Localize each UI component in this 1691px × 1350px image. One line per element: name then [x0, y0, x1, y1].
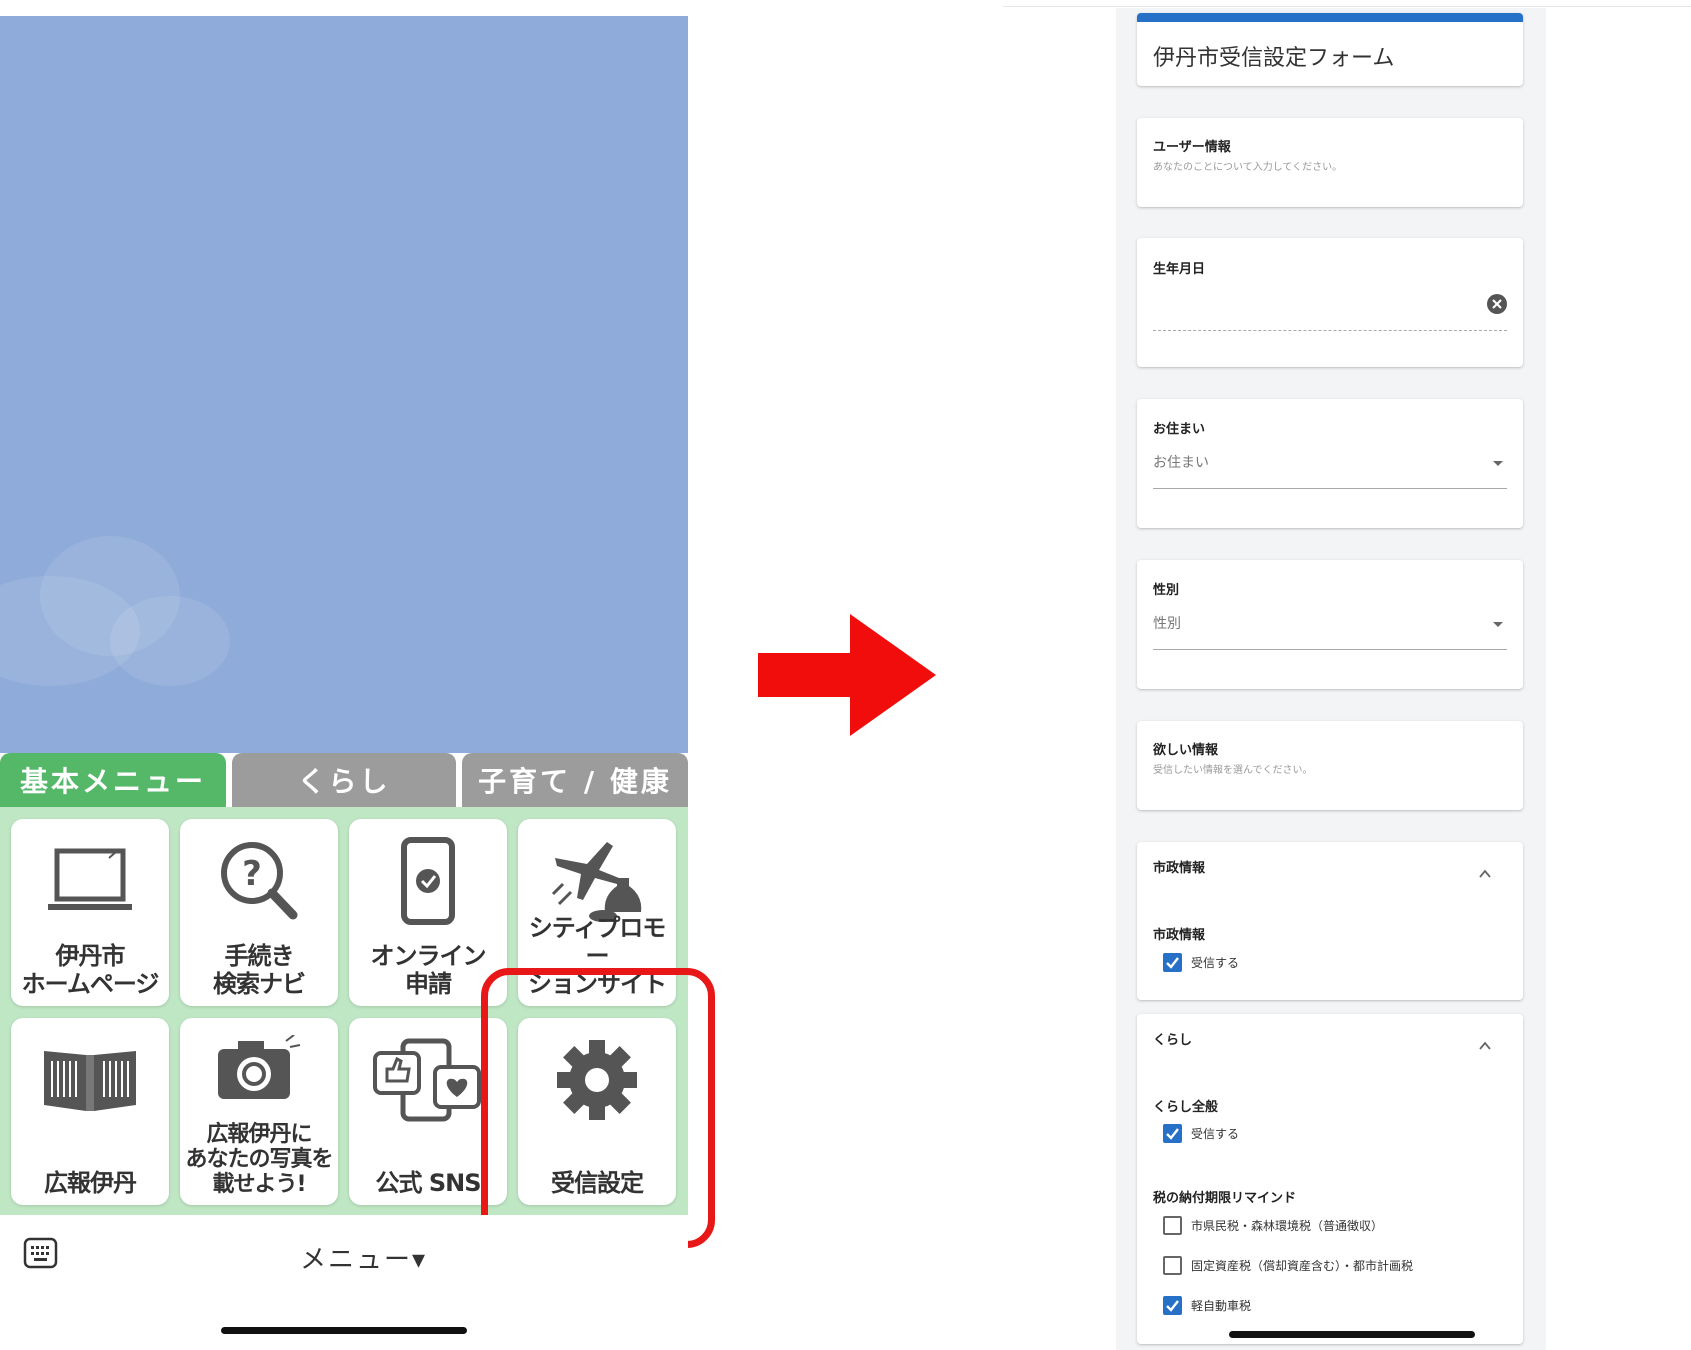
select-placeholder: 性別: [1153, 616, 1181, 632]
menu-tile-online-application[interactable]: オンライン 申請: [349, 819, 507, 1006]
field-underline: [1153, 649, 1507, 650]
residence-card: お住まい お住まい: [1137, 399, 1523, 528]
checkbox-unchecked[interactable]: [1163, 1215, 1182, 1235]
menu-toggle[interactable]: メニュー▾: [300, 1239, 427, 1276]
highlight-box: [481, 968, 715, 1248]
kurashi-panel: くらし くらし全般 受信する 税の納付期限リマインド 市県民税・森林環境税（普通…: [1137, 1014, 1523, 1344]
checkbox-property-tax[interactable]: 固定資産税（償却資産含む）・都市計画税: [1163, 1255, 1413, 1275]
residence-select[interactable]: お住まい: [1137, 444, 1523, 489]
section-title: ユーザー情報: [1153, 140, 1231, 155]
menu-tile-procedure-navi[interactable]: ? 手続き 検索ナビ: [180, 819, 338, 1006]
tile-label: 伊丹市 ホームページ: [21, 942, 160, 998]
checkbox-shisei-receive[interactable]: 受信する: [1163, 952, 1239, 972]
chat-bottom-bar: メニュー▾: [0, 1215, 688, 1350]
checkbox-checked[interactable]: [1163, 952, 1182, 972]
settings-form-screen: 伊丹市受信設定フォーム ユーザー情報 あなたのことについて入力してください。 生…: [1003, 0, 1691, 1350]
select-placeholder: お住まい: [1153, 455, 1209, 471]
menu-tile-photo-submission[interactable]: 広報伊丹に あなたの写真を 載せよう!: [180, 1018, 338, 1205]
chat-background: [0, 16, 688, 753]
user-info-section: ユーザー情報 あなたのことについて入力してください。: [1137, 118, 1523, 207]
tile-label: 広報伊丹: [44, 1169, 137, 1197]
line-chat-screen: 基本メニュー くらし 子育て / 健康 伊丹市 ホームページ ? 手続き 検索ナ…: [0, 0, 715, 1350]
right-arrow-icon: [758, 614, 936, 736]
section-title: 欲しい情報: [1153, 743, 1219, 758]
kurashi-panel-header[interactable]: くらし: [1137, 1014, 1523, 1064]
home-indicator: [1229, 1331, 1475, 1338]
checkbox-light-vehicle-tax[interactable]: 軽自動車税: [1163, 1295, 1251, 1315]
question-search-icon: ?: [180, 831, 338, 931]
group-label: くらし全般: [1153, 1100, 1219, 1115]
form-title-card: 伊丹市受信設定フォーム: [1137, 13, 1523, 86]
caret-down-icon: [1493, 461, 1503, 466]
checkbox-label: 受信する: [1191, 955, 1240, 970]
group-label: 市政情報: [1153, 928, 1206, 943]
panel-title: 市政情報: [1153, 861, 1206, 876]
smartphone-check-icon: [349, 831, 507, 931]
clear-icon[interactable]: [1487, 294, 1507, 314]
tile-label: 広報伊丹に あなたの写真を 載せよう!: [185, 1122, 333, 1197]
tab-kosodate-kenko[interactable]: 子育て / 健康: [462, 753, 688, 807]
chevron-up-icon: [1479, 869, 1491, 878]
rich-menu-tabs: 基本メニュー くらし 子育て / 健康: [0, 753, 688, 807]
check-icon: [1166, 956, 1179, 969]
checkbox-label: 市県民税・森林環境税（普通徴収）: [1191, 1218, 1384, 1233]
checkbox-resident-tax[interactable]: 市県民税・森林環境税（普通徴収）: [1163, 1215, 1383, 1235]
shisei-panel: 市政情報 市政情報 受信する: [1137, 842, 1523, 1000]
checkbox-label: 受信する: [1191, 1126, 1240, 1141]
section-description: あなたのことについて入力してください。: [1153, 162, 1343, 173]
form-title: 伊丹市受信設定フォーム: [1153, 46, 1395, 71]
check-icon: [1166, 1127, 1179, 1140]
group-label: 税の納付期限リマインド: [1153, 1191, 1297, 1206]
field-underline: [1153, 488, 1507, 489]
chevron-up-icon: [1479, 1041, 1491, 1050]
gender-label: 性別: [1153, 583, 1180, 598]
checkbox-label: 軽自動車税: [1191, 1298, 1252, 1313]
birthday-card: 生年月日: [1137, 238, 1523, 367]
top-divider: [1003, 6, 1691, 7]
checkbox-kurashi-receive[interactable]: 受信する: [1163, 1123, 1239, 1143]
checkbox-unchecked[interactable]: [1163, 1255, 1182, 1275]
check-icon: [1166, 1299, 1179, 1312]
menu-tile-homepage[interactable]: 伊丹市 ホームページ: [11, 819, 169, 1006]
menu-tile-koho-itami[interactable]: 広報伊丹: [11, 1018, 169, 1205]
shisei-panel-header[interactable]: 市政情報: [1137, 842, 1523, 892]
camera-icon: [180, 1028, 338, 1108]
panel-title: くらし: [1153, 1033, 1193, 1048]
gender-card: 性別 性別: [1137, 560, 1523, 689]
birthday-label: 生年月日: [1153, 262, 1206, 277]
birthday-input[interactable]: [1153, 284, 1507, 331]
caret-down-icon: [1493, 622, 1503, 627]
checkbox-checked[interactable]: [1163, 1123, 1182, 1143]
svg-text:?: ?: [242, 854, 262, 894]
open-book-icon: [11, 1030, 169, 1130]
checkbox-label: 固定資産税（償却資産含む）・都市計画税: [1191, 1258, 1414, 1273]
wanted-info-section: 欲しい情報 受信したい情報を選んでください。: [1137, 721, 1523, 810]
laptop-icon: [11, 831, 169, 931]
residence-label: お住まい: [1153, 422, 1206, 437]
checkbox-checked[interactable]: [1163, 1295, 1182, 1315]
tab-basic-menu[interactable]: 基本メニュー: [0, 753, 226, 807]
gender-select[interactable]: 性別: [1137, 605, 1523, 650]
tab-kurashi[interactable]: くらし: [232, 753, 456, 807]
home-indicator: [221, 1327, 467, 1334]
section-description: 受信したい情報を選んでください。: [1153, 765, 1313, 776]
keyboard-icon[interactable]: [23, 1237, 58, 1269]
field-underline: [1153, 330, 1507, 331]
tile-label: 手続き 検索ナビ: [213, 942, 306, 998]
